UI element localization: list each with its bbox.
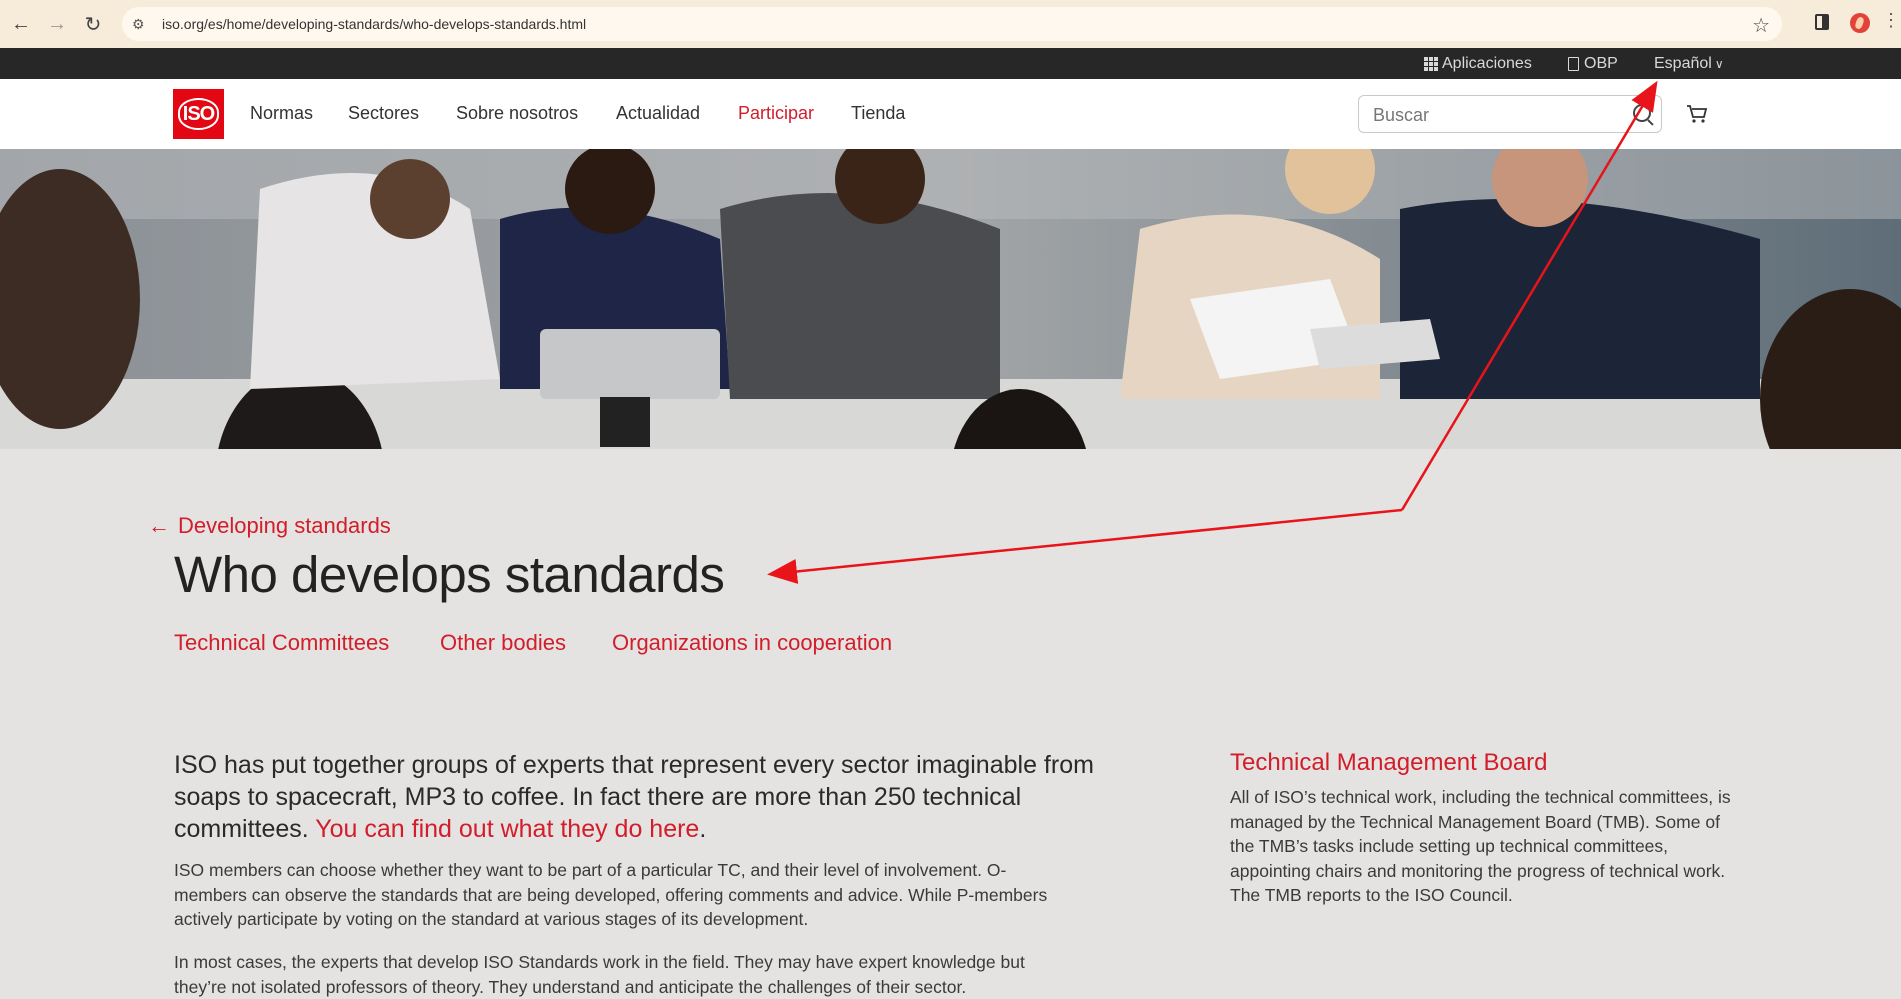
- tmb-heading: Technical Management Board: [1230, 749, 1548, 776]
- search-icon[interactable]: [1633, 104, 1651, 122]
- site-header: ISO Normas Sectores Sobre nosotros Actua…: [0, 79, 1901, 149]
- utility-bar: Aplicaciones OBP Español ∨: [0, 48, 1901, 79]
- tab-organizations-in-cooperation[interactable]: Organizations in cooperation: [612, 630, 892, 656]
- search-input[interactable]: [1371, 104, 1615, 127]
- forward-arrow-icon[interactable]: →: [42, 9, 72, 39]
- page-title: Who develops standards: [174, 546, 725, 603]
- apps-grid-icon: [1424, 56, 1438, 71]
- arrow-left-icon: ←: [148, 513, 170, 538]
- cart-icon[interactable]: [1686, 104, 1708, 130]
- nav-participar[interactable]: Participar: [738, 103, 814, 124]
- chevron-down-icon: ∨: [1714, 56, 1724, 71]
- lead-end: .: [699, 815, 707, 843]
- hero-image: [0, 149, 1901, 449]
- logo-text: ISO: [177, 98, 220, 130]
- apps-link[interactable]: Aplicaciones: [1424, 48, 1532, 79]
- iso-logo[interactable]: ISO: [173, 89, 224, 139]
- tab-technical-committees[interactable]: Technical Committees: [174, 630, 389, 656]
- browser-toolbar: ← → ↻ ⚙ iso.org/es/home/developing-stand…: [0, 0, 1901, 48]
- nav-normas[interactable]: Normas: [250, 103, 313, 124]
- menu-dots-icon[interactable]: ⋮: [1882, 10, 1900, 31]
- membership-paragraph: ISO members can choose whether they want…: [174, 860, 1048, 929]
- committees-link[interactable]: You can find out what they do here: [315, 815, 699, 843]
- tmb-description: All of ISO’s technical work, including t…: [1230, 787, 1731, 905]
- bookmark-star-icon[interactable]: ☆: [1752, 13, 1770, 38]
- address-bar[interactable]: ⚙ iso.org/es/home/developing-standards/w…: [122, 7, 1782, 41]
- back-arrow-icon[interactable]: ←: [6, 9, 36, 39]
- back-link-label: Developing standards: [178, 513, 391, 538]
- nav-actualidad[interactable]: Actualidad: [616, 103, 700, 124]
- extension-icon[interactable]: [1850, 13, 1870, 33]
- lead-paragraph: ISO has put together groups of experts t…: [174, 749, 1094, 845]
- language-label: Español: [1654, 54, 1712, 72]
- reload-icon[interactable]: ↻: [78, 9, 108, 39]
- obp-label: OBP: [1584, 54, 1618, 72]
- side-panel-icon[interactable]: [1815, 14, 1829, 30]
- nav-sectores[interactable]: Sectores: [348, 103, 419, 124]
- apps-label: Aplicaciones: [1442, 54, 1532, 72]
- url-text: iso.org/es/home/developing-standards/who…: [162, 16, 587, 32]
- book-icon: [1568, 56, 1579, 71]
- nav-tienda[interactable]: Tienda: [851, 103, 905, 124]
- annotation-line-to-title: [767, 508, 1403, 584]
- obp-link[interactable]: OBP: [1568, 48, 1618, 79]
- back-link[interactable]: ← Developing standards: [148, 513, 391, 539]
- language-selector[interactable]: Español ∨: [1654, 48, 1724, 79]
- tab-other-bodies[interactable]: Other bodies: [440, 630, 566, 656]
- nav-sobre-nosotros[interactable]: Sobre nosotros: [456, 103, 578, 124]
- search-box: [1358, 95, 1662, 133]
- site-settings-icon[interactable]: ⚙: [132, 16, 154, 33]
